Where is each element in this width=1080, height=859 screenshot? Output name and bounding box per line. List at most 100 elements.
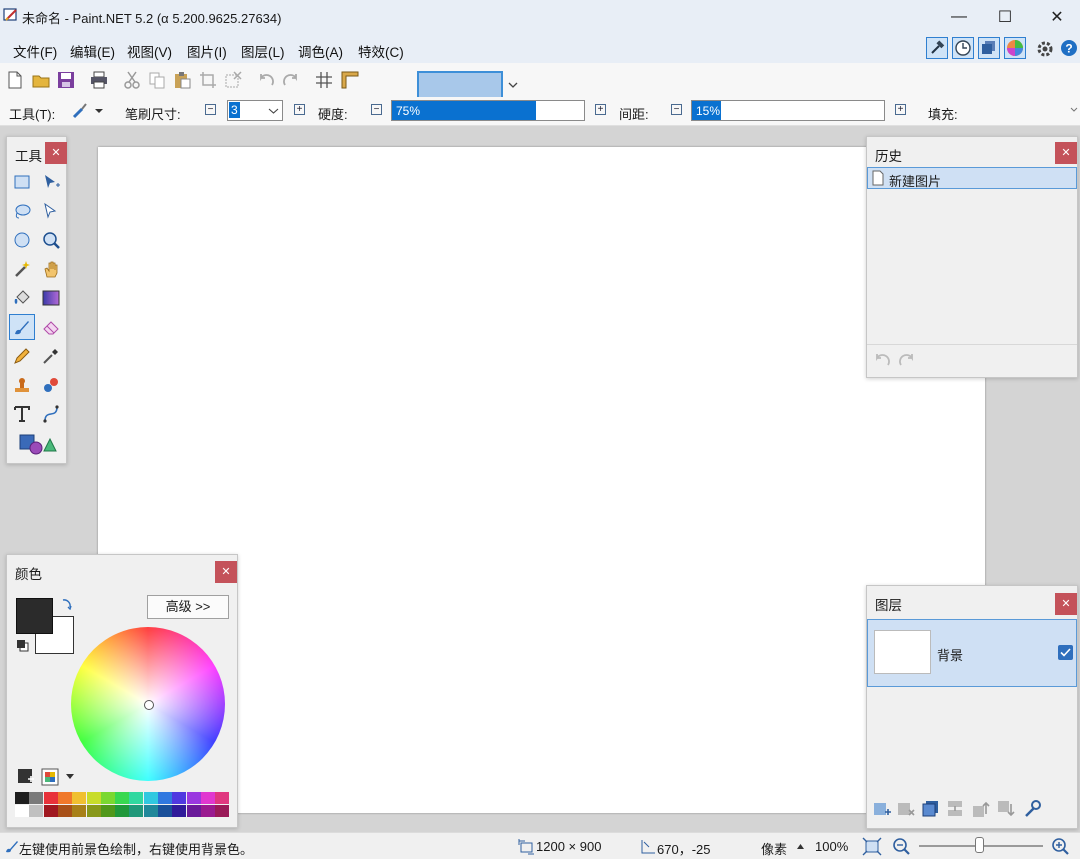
gradient-tool[interactable] <box>38 285 64 311</box>
advanced-colors-button[interactable]: 高级 >> <box>147 595 229 619</box>
close-button[interactable]: ✕ <box>1034 0 1080 33</box>
palette-swatch[interactable] <box>43 792 58 804</box>
spacing-decrease-button[interactable]: − <box>671 104 682 115</box>
palette-menu-icon[interactable] <box>41 768 59 786</box>
help-icon[interactable]: ? <box>1060 39 1078 57</box>
text-tool[interactable] <box>9 401 35 427</box>
palette-swatch[interactable] <box>158 792 172 804</box>
redo-icon[interactable] <box>282 71 300 89</box>
move-selected-pixels-tool[interactable] <box>38 169 64 195</box>
palette-swatch[interactable] <box>57 792 72 804</box>
paintbrush-tool[interactable] <box>9 314 35 340</box>
swap-colors-icon[interactable] <box>60 598 72 610</box>
palette-swatch[interactable] <box>43 805 58 817</box>
palette-swatch[interactable] <box>186 805 201 817</box>
history-window-toggle[interactable] <box>952 37 974 59</box>
tools-window-toggle[interactable] <box>926 37 948 59</box>
palette-swatch[interactable] <box>15 792 29 804</box>
palette-swatch[interactable] <box>158 805 172 817</box>
zoom-slider-thumb[interactable] <box>975 837 984 853</box>
maximize-button[interactable]: ☐ <box>982 0 1028 33</box>
save-icon[interactable] <box>57 71 75 89</box>
palette-swatch[interactable] <box>186 792 201 804</box>
line-curve-tool[interactable] <box>38 401 64 427</box>
palette-swatch[interactable] <box>215 805 230 817</box>
palette-swatch[interactable] <box>15 805 29 817</box>
reset-colors-icon[interactable] <box>16 639 30 653</box>
palette-swatch[interactable] <box>100 792 115 804</box>
tool-selector[interactable] <box>72 102 104 120</box>
chevron-up-icon[interactable] <box>796 843 805 850</box>
menu-adjustments[interactable]: 调色(A) <box>298 41 343 61</box>
color-picker-tool[interactable] <box>38 343 64 369</box>
brush-size-increase-button[interactable]: + <box>294 104 305 115</box>
palette-swatch[interactable] <box>172 792 187 804</box>
new-image-icon[interactable] <box>6 71 24 89</box>
colors-window-toggle[interactable] <box>1004 37 1026 59</box>
pan-tool[interactable] <box>38 256 64 282</box>
palette-swatch[interactable] <box>72 805 87 817</box>
merge-layer-down-icon[interactable] <box>947 800 965 818</box>
ellipse-select-tool[interactable] <box>9 227 35 253</box>
lasso-select-tool[interactable] <box>9 198 35 224</box>
brush-size-decrease-button[interactable]: − <box>205 104 216 115</box>
print-icon[interactable] <box>90 71 108 89</box>
paint-bucket-tool[interactable] <box>9 285 35 311</box>
colors-panel-close-button[interactable]: ✕ <box>215 561 237 583</box>
hardness-slider[interactable]: 75% <box>391 100 585 121</box>
palette-swatch[interactable] <box>129 792 144 804</box>
primary-color-swatch[interactable] <box>16 598 53 634</box>
overflow-chevron-icon[interactable] <box>1070 106 1078 114</box>
hardness-decrease-button[interactable]: − <box>371 104 382 115</box>
undo-icon[interactable] <box>257 71 275 89</box>
palette-swatch[interactable] <box>86 792 101 804</box>
palette-swatch[interactable] <box>29 792 44 804</box>
menu-edit[interactable]: 编辑(E) <box>70 41 115 61</box>
move-layer-down-icon[interactable] <box>997 800 1015 818</box>
palette-swatch[interactable] <box>200 792 215 804</box>
layers-panel-close-button[interactable]: ✕ <box>1055 593 1077 615</box>
history-redo-icon[interactable] <box>898 352 916 368</box>
zoom-out-icon[interactable] <box>892 837 911 856</box>
palette-swatch[interactable] <box>57 805 72 817</box>
crop-to-selection-icon[interactable] <box>199 71 217 89</box>
color-wheel-handle[interactable] <box>144 700 154 710</box>
move-layer-up-icon[interactable] <box>972 800 990 818</box>
rectangle-select-tool[interactable] <box>9 169 35 195</box>
palette-swatch[interactable] <box>172 805 187 817</box>
palette-swatch[interactable] <box>72 792 87 804</box>
deselect-icon[interactable] <box>224 71 242 89</box>
add-to-palette-icon[interactable] <box>17 768 35 786</box>
palette-swatch[interactable] <box>86 805 101 817</box>
history-item[interactable]: 新建图片 <box>867 167 1077 189</box>
duplicate-layer-icon[interactable] <box>922 800 940 818</box>
menu-image[interactable]: 图片(I) <box>187 41 227 61</box>
menu-view[interactable]: 视图(V) <box>127 41 172 61</box>
palette-swatch[interactable] <box>215 792 230 804</box>
cut-icon[interactable] <box>123 71 141 89</box>
palette-swatch[interactable] <box>200 805 215 817</box>
move-selection-tool[interactable] <box>38 198 64 224</box>
palette-swatch[interactable] <box>115 792 130 804</box>
brush-size-input[interactable]: 3 <box>227 100 283 121</box>
layer-visibility-checkbox[interactable] <box>1058 645 1073 660</box>
palette-swatch[interactable] <box>143 792 158 804</box>
spacing-increase-button[interactable]: + <box>895 104 906 115</box>
copy-icon[interactable] <box>148 71 166 89</box>
zoom-to-window-icon[interactable] <box>862 837 882 856</box>
zoom-tool[interactable] <box>38 227 64 253</box>
delete-layer-icon[interactable] <box>897 800 915 818</box>
zoom-in-icon[interactable] <box>1051 837 1070 856</box>
grid-icon[interactable] <box>315 71 333 89</box>
recolor-tool[interactable] <box>38 372 64 398</box>
menu-layers[interactable]: 图层(L) <box>241 41 285 61</box>
history-panel-close-button[interactable]: ✕ <box>1055 142 1077 164</box>
palette-swatch[interactable] <box>143 805 158 817</box>
palette-swatch[interactable] <box>100 805 115 817</box>
tools-panel-close-button[interactable]: ✕ <box>45 142 67 164</box>
layers-window-toggle[interactable] <box>978 37 1000 59</box>
history-undo-icon[interactable] <box>873 352 891 368</box>
magic-wand-tool[interactable] <box>9 256 35 282</box>
menu-file[interactable]: 文件(F) <box>13 41 57 61</box>
shapes-tool[interactable] <box>17 431 59 457</box>
